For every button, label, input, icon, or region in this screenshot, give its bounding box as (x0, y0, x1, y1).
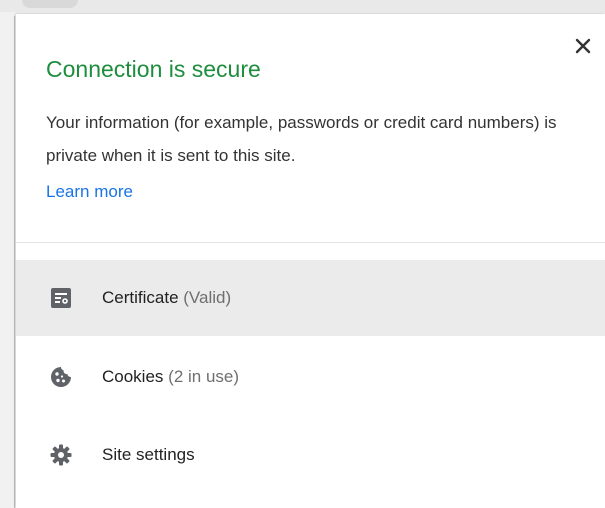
cookies-status: (2 in use) (168, 367, 240, 386)
window-edge (14, 16, 15, 508)
site-settings-row[interactable]: Site settings (16, 417, 605, 493)
tab-edge (22, 0, 78, 8)
close-button[interactable] (569, 32, 597, 60)
certificate-row[interactable]: Certificate (Valid) (16, 260, 605, 336)
browser-top-strip (0, 0, 605, 12)
gear-icon (50, 444, 72, 466)
site-settings-text: Site settings (102, 443, 195, 467)
learn-more-link[interactable]: Learn more (46, 179, 133, 205)
popup-description: Your information (for example, passwords… (46, 113, 557, 165)
close-icon (575, 38, 591, 54)
site-info-popup: Connection is secure Your information (f… (16, 14, 605, 508)
cookies-label: Cookies (102, 367, 164, 386)
popup-title: Connection is secure (46, 56, 261, 82)
site-settings-label: Site settings (102, 445, 195, 464)
certificate-text: Certificate (Valid) (102, 286, 231, 310)
certificate-label: Certificate (102, 288, 179, 307)
divider (16, 242, 605, 243)
cookie-icon (50, 366, 72, 388)
cookies-row[interactable]: Cookies (2 in use) (16, 339, 605, 415)
cookies-text: Cookies (2 in use) (102, 365, 239, 389)
certificate-icon (50, 287, 72, 309)
certificate-status: (Valid) (183, 288, 232, 307)
